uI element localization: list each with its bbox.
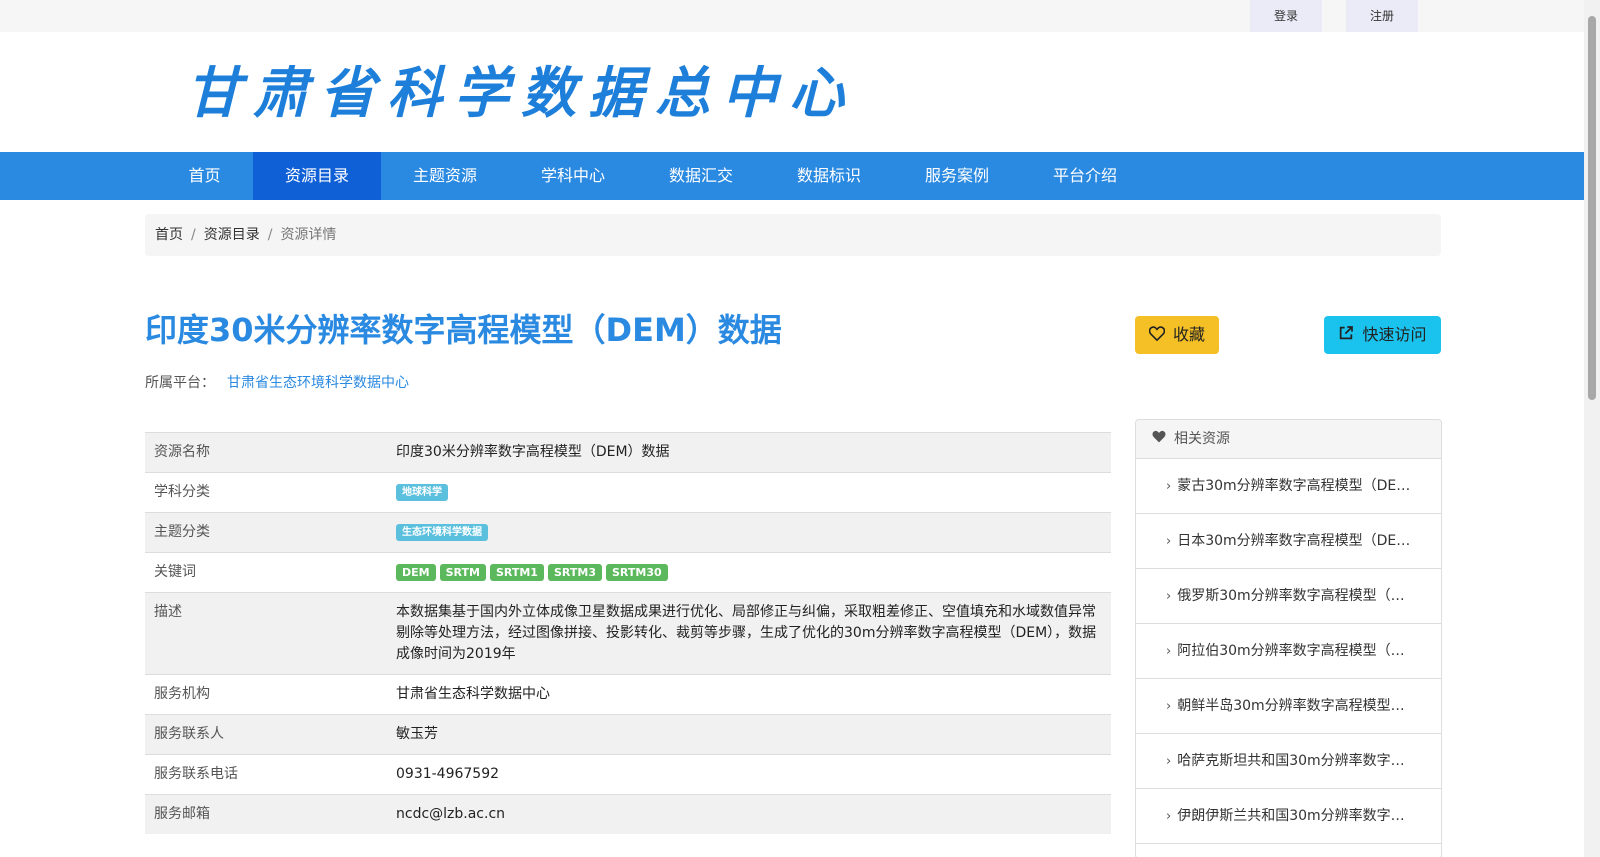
nav-item-topic-resources[interactable]: 主题资源 [381,152,509,200]
platform-link[interactable]: 甘肃省生态环境科学数据中心 [227,375,409,391]
nav-item-platform-intro[interactable]: 平台介绍 [1021,152,1149,200]
detail-value: DEM SRTM SRTM1 SRTM3 SRTM30 [387,552,1111,593]
keyword-tag[interactable]: SRTM3 [547,563,602,581]
detail-value: 印度30米分辨率数字高程模型（DEM）数据 [387,432,1111,473]
related-resource-item[interactable]: › 日本30m分辨率数字高程模型（DE… [1136,514,1441,569]
breadcrumb-catalog[interactable]: 资源目录 [204,227,260,243]
detail-value: 地球科学 [387,472,1111,513]
table-row: 主题分类 生态环境科学数据 [145,512,1111,553]
quick-visit-label: 快速访问 [1362,325,1427,344]
page-scrollbar[interactable] [1584,0,1600,857]
related-resource-item[interactable]: › 俄罗斯30m分辨率数字高程模型（… [1136,569,1441,624]
site-logo[interactable]: 甘肃省科学数据总中心 [186,58,856,128]
breadcrumb-separator: / [191,227,196,243]
external-link-icon [1338,317,1354,355]
detail-value: 敏玉芳 [387,714,1111,755]
breadcrumb-current: 资源详情 [280,227,337,243]
chevron-right-icon: › [1166,699,1172,714]
table-row: 描述 本数据集基于国内外立体成像卫星数据成果进行优化、局部修正与纠偏，采取粗差修… [145,592,1111,675]
related-resources-panel: 相关资源 › 蒙古30m分辨率数字高程模型（DE… › 日本30m分辨率数字高程模型… [1135,419,1442,857]
keyword-tag[interactable]: SRTM1 [489,563,544,581]
favorite-label: 收藏 [1172,325,1205,344]
platform-label: 所属平台： [145,375,215,391]
chevron-right-icon: › [1166,534,1172,549]
related-resources-title: 相关资源 [1174,431,1230,447]
chevron-right-icon: › [1166,754,1172,769]
register-link[interactable]: 注册 [1346,0,1418,32]
platform-info: 所属平台： 甘肃省生态环境科学数据中心 [145,372,409,392]
main-nav: 首页 资源目录 主题资源 学科中心 数据汇交 数据标识 服务案例 平台介绍 [0,152,1584,200]
keyword-tag[interactable]: SRTM [439,563,486,581]
heart-outline-icon [1148,317,1166,355]
chevron-right-icon: › [1166,479,1172,494]
favorite-button[interactable]: 收藏 [1135,316,1219,354]
chevron-right-icon: › [1166,809,1172,824]
resource-detail-table: 资源名称 印度30米分辨率数字高程模型（DEM）数据 学科分类 地球科学 主题分… [145,432,1111,834]
detail-key: 学科分类 [145,472,387,513]
detail-value: ncdc@lzb.ac.cn [387,794,1111,834]
table-row: 服务联系人 敏玉芳 [145,714,1111,755]
topic-tag[interactable]: 生态环境科学数据 [396,523,488,541]
detail-key: 关键词 [145,552,387,593]
related-resource-item[interactable]: › 蒙古30m分辨率数字高程模型（DE… [1136,459,1441,514]
detail-value: 0931-4967592 [387,754,1111,795]
quick-visit-button[interactable]: 快速访问 [1324,316,1441,354]
nav-item-discipline-center[interactable]: 学科中心 [509,152,637,200]
breadcrumb-home[interactable]: 首页 [155,227,183,243]
table-row: 关键词 DEM SRTM SRTM1 SRTM3 SRTM30 [145,552,1111,593]
top-bar: 登录 注册 [0,0,1584,32]
nav-item-resource-catalog[interactable]: 资源目录 [253,152,381,200]
breadcrumb: 首页 / 资源目录 / 资源详情 [145,214,1441,256]
detail-key: 描述 [145,592,387,675]
detail-key: 服务联系电话 [145,754,387,795]
detail-key: 服务联系人 [145,714,387,755]
page-title: 印度30米分辨率数字高程模型（DEM）数据 [145,311,782,349]
scrollbar-thumb[interactable] [1588,16,1596,400]
detail-value: 甘肃省生态科学数据中心 [387,674,1111,715]
detail-value: 本数据集基于国内外立体成像卫星数据成果进行优化、局部修正与纠偏，采取粗差修正、空… [387,592,1111,675]
chevron-right-icon: › [1166,644,1172,659]
table-row: 服务机构 甘肃省生态科学数据中心 [145,674,1111,715]
related-resources-heading: 相关资源 [1136,420,1441,459]
detail-key: 服务邮箱 [145,794,387,834]
keyword-tag[interactable]: SRTM30 [605,563,668,581]
login-link[interactable]: 登录 [1250,0,1322,32]
heart-icon [1152,420,1166,458]
detail-value: 生态环境科学数据 [387,512,1111,553]
breadcrumb-separator: / [267,227,273,243]
related-resource-item[interactable]: › 朝鲜半岛30m分辨率数字高程模型… [1136,679,1441,734]
nav-item-data-submission[interactable]: 数据汇交 [637,152,765,200]
related-resource-item[interactable]: › 哈萨克斯坦共和国30m分辨率数字… [1136,734,1441,789]
discipline-tag[interactable]: 地球科学 [396,483,448,501]
table-row: 服务联系电话 0931-4967592 [145,754,1111,795]
keyword-tag[interactable]: DEM [396,563,436,581]
table-row: 资源名称 印度30米分辨率数字高程模型（DEM）数据 [145,432,1111,473]
table-row: 服务邮箱 ncdc@lzb.ac.cn [145,794,1111,834]
chevron-right-icon: › [1166,589,1172,604]
table-row: 学科分类 地球科学 [145,472,1111,513]
nav-item-service-cases[interactable]: 服务案例 [893,152,1021,200]
related-resource-item[interactable]: › 伊朗伊斯兰共和国30m分辨率数字… [1136,789,1441,844]
detail-key: 资源名称 [145,432,387,473]
detail-key: 服务机构 [145,674,387,715]
related-resource-item[interactable]: › 阿拉伯30m分辨率数字高程模型（… [1136,624,1441,679]
nav-item-data-identifier[interactable]: 数据标识 [765,152,893,200]
nav-item-home[interactable]: 首页 [158,152,251,200]
detail-key: 主题分类 [145,512,387,553]
